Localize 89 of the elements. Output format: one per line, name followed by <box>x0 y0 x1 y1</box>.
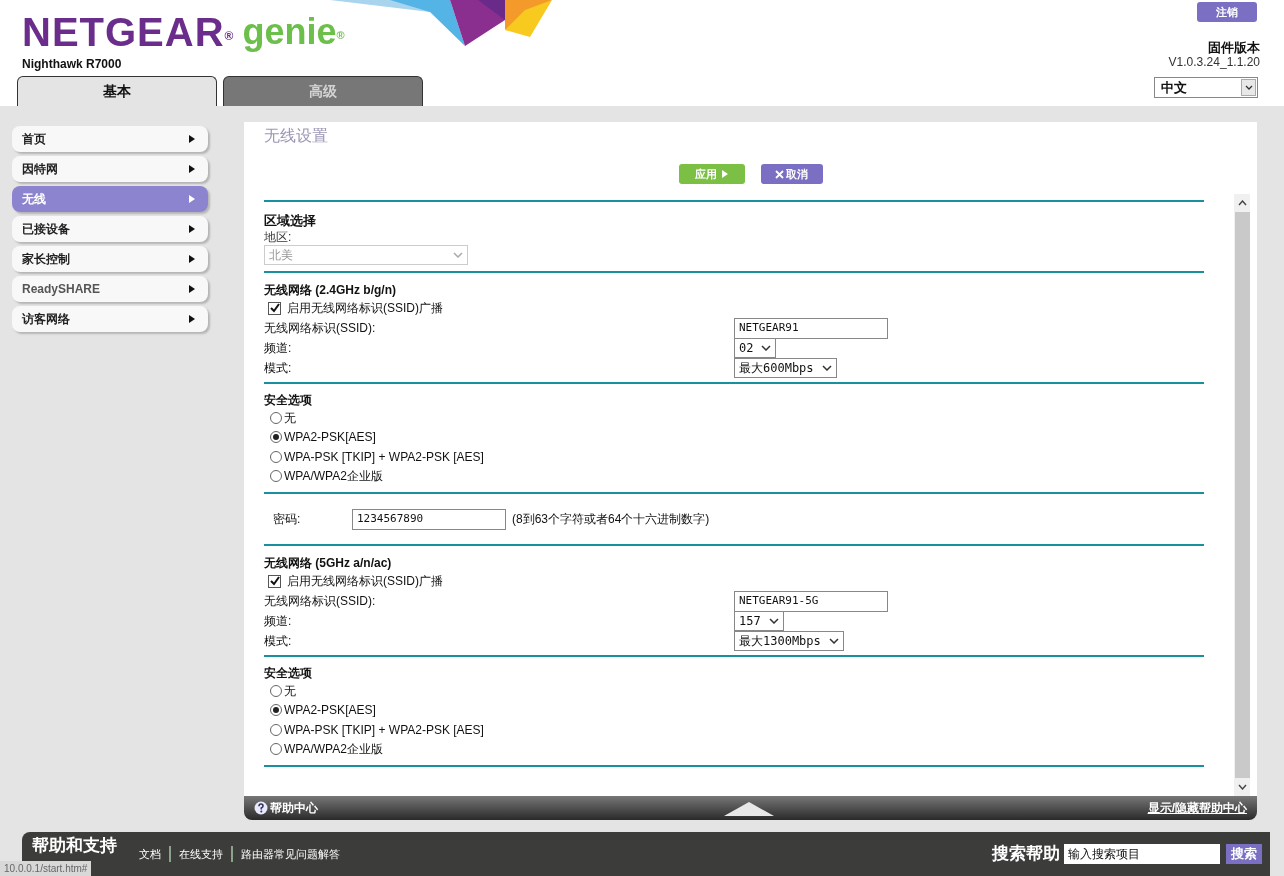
checkbox-label: 启用无线网络标识(SSID)广播 <box>287 573 443 590</box>
caret-icon <box>188 285 196 293</box>
product-logo: genie$^{®}$ <box>242 12 345 52</box>
caret-icon <box>188 255 196 263</box>
radio-label: WPA2-PSK[AES] <box>284 429 376 447</box>
chevron-down-icon <box>761 345 772 351</box>
caret-icon <box>188 195 196 203</box>
field-label: 无线网络标识(SSID): <box>264 320 377 337</box>
checkbox-label: 启用无线网络标识(SSID)广播 <box>287 300 443 317</box>
sidebar-item[interactable]: 首页 <box>12 126 208 152</box>
caret-icon <box>720 170 729 178</box>
password-input-field[interactable]: 1234567890 <box>352 508 506 530</box>
ssid-input-field[interactable]: NETGEAR91-5G <box>734 590 888 612</box>
section-title: 无线网络 (2.4GHz b/g/n) <box>264 282 397 298</box>
caret-icon <box>188 315 196 323</box>
radio-button[interactable] <box>270 684 282 697</box>
toggle-help-link[interactable]: 显示/隐藏帮助中心 <box>1147 799 1247 817</box>
scrollbar[interactable] <box>1234 194 1250 797</box>
caret-icon <box>188 135 196 143</box>
sidebar-item[interactable]: 访客网络 <box>12 306 208 332</box>
caret-icon <box>188 225 196 233</box>
close-icon <box>775 169 784 179</box>
checkmark-icon <box>269 303 280 313</box>
section-title: 安全选项 <box>264 665 313 681</box>
radio-button[interactable] <box>270 470 282 483</box>
dropdown[interactable]: 最大1300Mbps <box>734 631 844 651</box>
expand-arrow-icon[interactable] <box>724 802 774 817</box>
radio-label: WPA-PSK [TKIP] + WPA2-PSK [AES] <box>284 448 484 466</box>
footer-link[interactable]: 在线支持 <box>179 845 223 863</box>
radio-button[interactable] <box>270 411 282 424</box>
radio-label: WPA/WPA2企业版 <box>284 468 383 486</box>
radio-button[interactable] <box>270 743 282 756</box>
section-title: 区域选择 <box>264 213 317 229</box>
ssid-input-field[interactable]: NETGEAR91 <box>734 317 888 339</box>
chevron-down-icon <box>768 618 779 624</box>
field-label: 频道: <box>264 340 293 357</box>
footer-link[interactable]: 路由器常见问题解答 <box>241 845 340 863</box>
radio-button[interactable] <box>270 704 282 717</box>
field-label: 无线网络标识(SSID): <box>264 593 377 610</box>
section-title: 无线网络 (5GHz a/n/ac) <box>264 555 393 571</box>
language-dropdown[interactable]: 中文 <box>1154 77 1258 98</box>
chevron-down-icon <box>453 252 463 258</box>
checkbox[interactable] <box>268 574 281 588</box>
search-field[interactable]: 输入搜索项目 <box>1064 844 1220 864</box>
radio-label: WPA2-PSK[AES] <box>284 702 376 720</box>
sidebar-item[interactable]: 因特网 <box>12 156 208 182</box>
dropdown[interactable]: 02 <box>734 338 777 358</box>
chevron-down-icon <box>1237 784 1247 791</box>
chevron-down-icon <box>828 638 839 644</box>
sidebar-item[interactable]: ReadySHARE <box>12 276 208 302</box>
password-hint: (8到63个字符或者64个十六进制数字) <box>512 511 710 528</box>
chevron-up-icon <box>1237 200 1247 206</box>
chevron-down-icon <box>1241 79 1256 96</box>
status-url: 10.0.0.1/start.htm# <box>0 861 92 876</box>
logout-button[interactable]: 注销 <box>1197 2 1257 22</box>
checkbox[interactable] <box>268 301 281 315</box>
field-label: 模式: <box>264 633 293 650</box>
radio-button[interactable] <box>270 450 282 463</box>
field-label: 地区: <box>264 229 293 245</box>
footer-title: 帮助和支持 <box>32 835 117 857</box>
checkmark-icon <box>269 576 280 586</box>
sidebar-item[interactable]: 家长控制 <box>12 246 208 272</box>
model-name: Nighthawk R7000 <box>22 56 122 73</box>
radio-label: 无 <box>284 682 296 700</box>
dropdown[interactable]: 157 <box>734 611 784 631</box>
help-icon <box>254 801 268 815</box>
section-title: 安全选项 <box>264 392 313 408</box>
field-label: 频道: <box>264 613 293 630</box>
search-button[interactable]: 搜索 <box>1226 844 1262 864</box>
page-title: 无线设置 <box>263 126 329 146</box>
caret-icon <box>188 165 196 173</box>
firmware-version: V1.0.3.24_1.1.20 <box>1168 54 1260 71</box>
sidebar-item[interactable]: 已接设备 <box>12 216 208 242</box>
radio-button[interactable] <box>270 431 282 444</box>
tab[interactable]: 基本 <box>17 76 217 106</box>
footer-link[interactable]: 文档 <box>139 845 161 863</box>
radio-label: WPA-PSK [TKIP] + WPA2-PSK [AES] <box>284 721 484 739</box>
radio-button[interactable] <box>270 723 282 736</box>
help-center-title: 帮助中心 <box>270 800 318 817</box>
radio-label: WPA/WPA2企业版 <box>284 741 383 759</box>
field-label: 模式: <box>264 360 293 377</box>
cancel-button[interactable]: 取消 <box>760 164 823 184</box>
chevron-down-icon <box>821 365 832 371</box>
dropdown[interactable]: 最大600Mbps <box>734 358 837 378</box>
radio-label: 无 <box>284 409 296 427</box>
firmware-label: 固件版本 <box>1208 39 1260 57</box>
field-label: 密码: <box>273 511 302 528</box>
brand-logo: NETGEAR$^{®}$ <box>22 12 235 52</box>
search-label: 搜索帮助 <box>992 843 1060 866</box>
